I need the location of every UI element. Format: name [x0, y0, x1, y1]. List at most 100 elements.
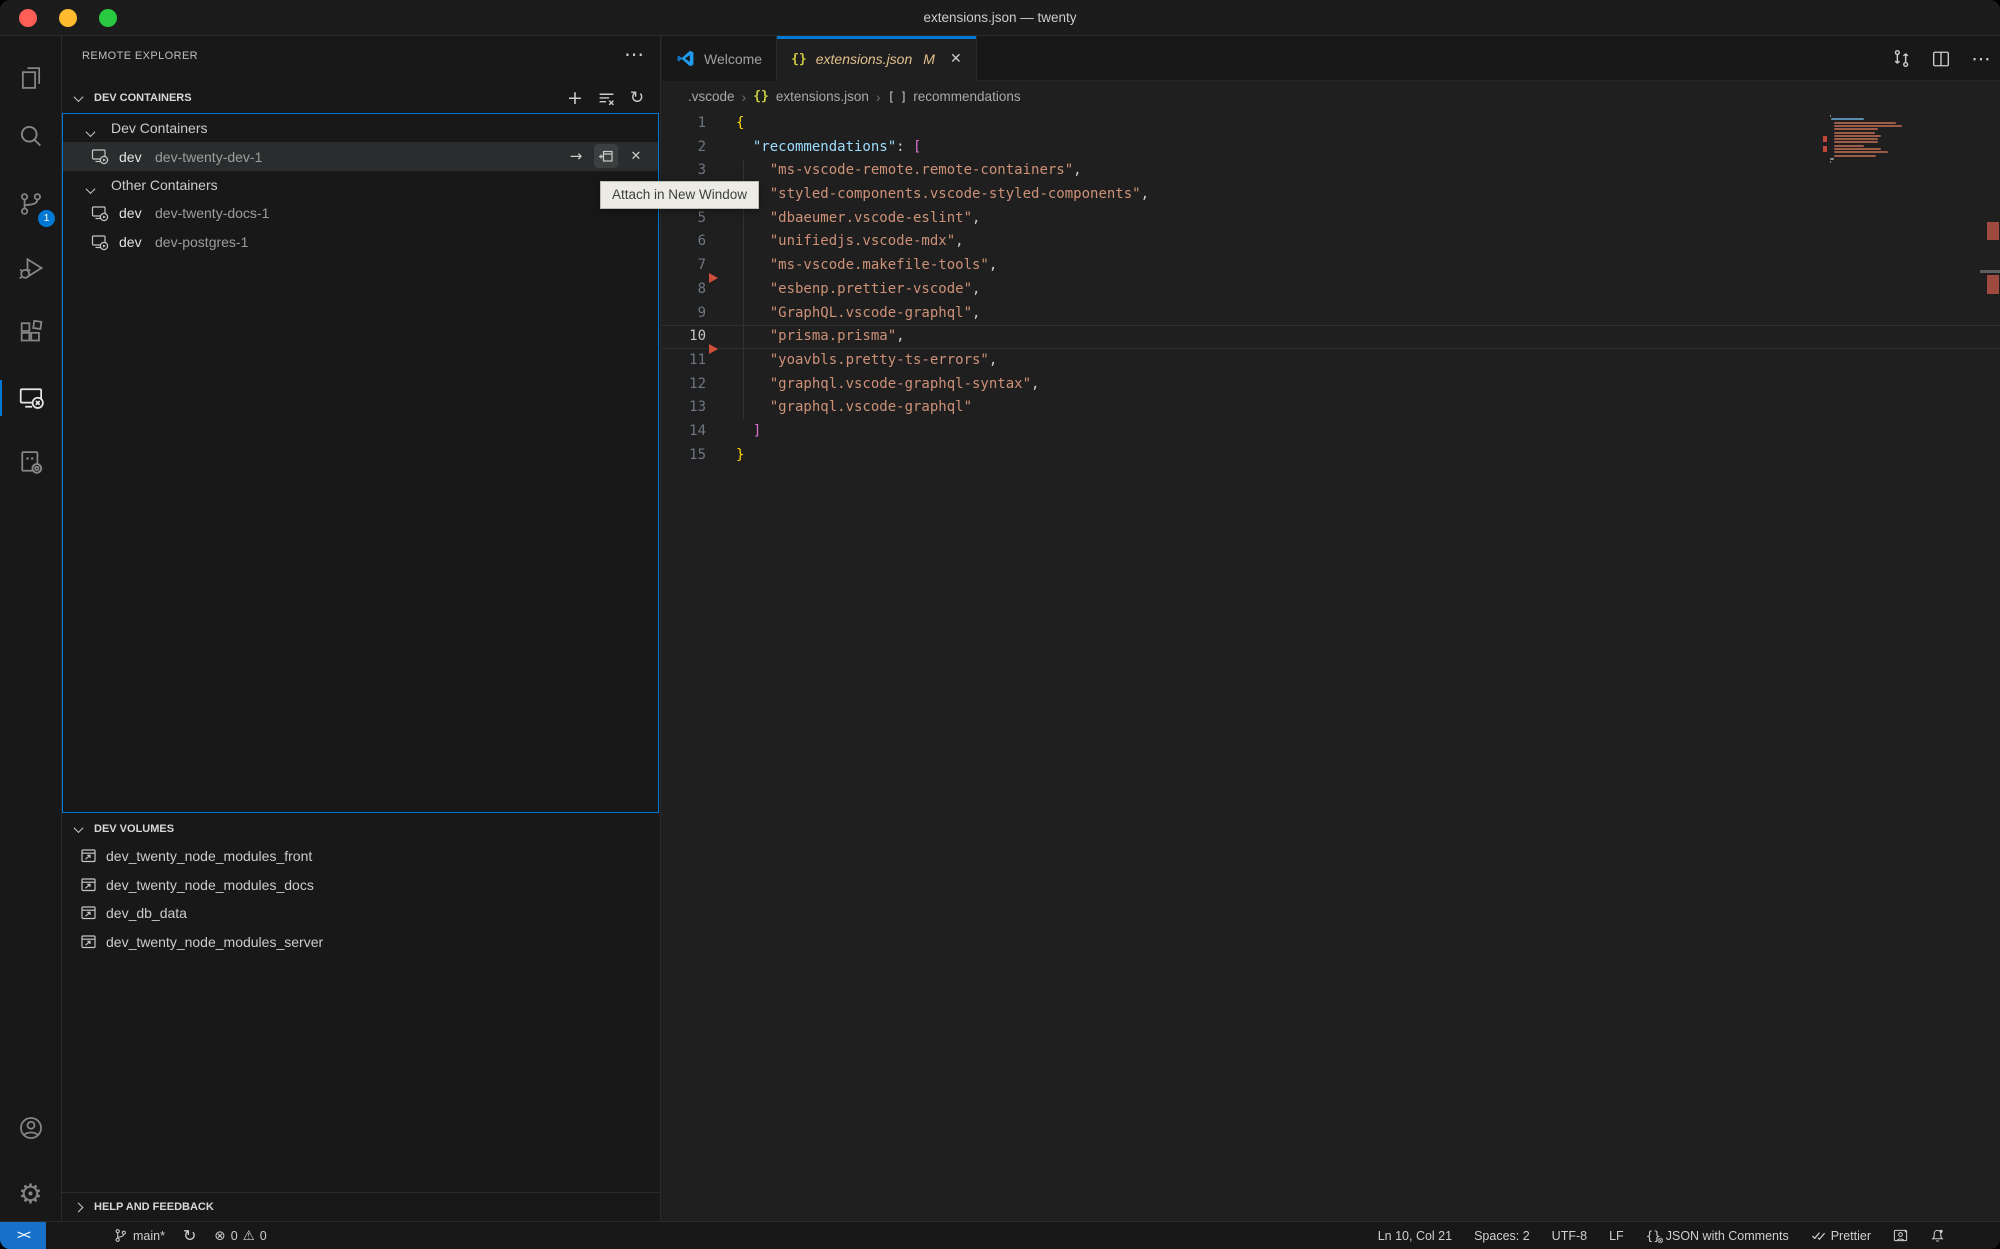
dev-containers-section-header[interactable]: DEV CONTAINERS + ↻ — [62, 84, 660, 112]
overview-ruler[interactable] — [1980, 81, 2000, 1221]
remove-container-icon[interactable]: ✕ — [624, 144, 648, 168]
code-text: "graphql.vscode-graphql" — [706, 396, 972, 420]
clear-list-icon[interactable] — [597, 89, 615, 107]
minimap-marker — [1823, 136, 1827, 142]
line-number: 13 — [662, 396, 706, 420]
code-text: "ms-vscode-remote.remote-containers", — [706, 159, 1082, 183]
code-line[interactable]: 9 "GraphQL.vscode-graphql", — [662, 302, 2000, 326]
container-description: dev-postgres-1 — [155, 234, 248, 250]
split-editor-icon[interactable] — [1930, 48, 1952, 70]
code-line[interactable]: 15} — [662, 444, 2000, 468]
dev-containers-icon[interactable] — [0, 434, 61, 490]
volume-label: dev_twenty_node_modules_front — [106, 848, 312, 864]
more-actions-icon[interactable]: ⋯ — [624, 42, 644, 67]
accounts-icon[interactable] — [0, 1100, 61, 1156]
container-row-dev-twenty-dev-1[interactable]: dev dev-twenty-dev-1 → ✕ — [63, 142, 658, 170]
code-line[interactable]: 7 "ms-vscode.makefile-tools", — [662, 254, 2000, 278]
code-text: "recommendations": [ — [706, 136, 921, 160]
code-line[interactable]: 12 "graphql.vscode-graphql-syntax", — [662, 373, 2000, 397]
refresh-icon[interactable]: ↻ — [628, 89, 646, 107]
code-line[interactable]: 11 "yoavbls.pretty-ts-errors", — [662, 349, 2000, 373]
minimap-line — [1834, 132, 1875, 134]
source-control-icon[interactable]: 1 — [0, 176, 61, 232]
overview-marker — [1987, 275, 1999, 294]
double-check-icon — [1811, 1228, 1826, 1243]
tree-group-dev-containers[interactable]: Dev Containers — [63, 114, 658, 142]
code-line[interactable]: 1{ — [662, 112, 2000, 136]
code-line[interactable]: 8 "esbenp.prettier-vscode", — [662, 278, 2000, 302]
code-line[interactable]: 10 "prisma.prisma", — [662, 325, 2000, 349]
volume-row[interactable]: dev_twenty_node_modules_docs — [62, 871, 660, 900]
gutter-marker-icon — [709, 344, 718, 354]
sidebar-title-row: REMOTE EXPLORER ⋯ — [62, 36, 660, 80]
git-branch-item[interactable]: main* — [106, 1228, 172, 1243]
volume-row[interactable]: dev_twenty_node_modules_front — [62, 842, 660, 871]
remote-indicator-button[interactable]: >< — [0, 1222, 46, 1249]
attach-in-new-window-icon[interactable] — [594, 144, 618, 168]
code-text: "graphql.vscode-graphql-syntax", — [706, 373, 1039, 397]
volume-icon — [80, 933, 98, 951]
minimap-line — [1834, 135, 1881, 137]
dev-volumes-section-header[interactable]: DEV VOLUMES — [62, 815, 660, 843]
breadcrumb-separator: › — [876, 89, 881, 105]
sync-changes-icon[interactable]: ↻ — [176, 1226, 203, 1245]
breadcrumb-symbol[interactable]: recommendations — [913, 89, 1020, 104]
scm-badge: 1 — [38, 210, 55, 227]
code-line[interactable]: 14 ] — [662, 420, 2000, 444]
code-line[interactable]: 6 "unifiedjs.vscode-mdx", — [662, 230, 2000, 254]
open-changes-icon[interactable] — [1890, 48, 1912, 70]
encoding-item[interactable]: UTF-8 — [1545, 1229, 1594, 1243]
minimap-line — [1834, 155, 1876, 157]
feedback-icon[interactable] — [1886, 1228, 1915, 1243]
tab-welcome[interactable]: Welcome — [662, 36, 777, 81]
code-line[interactable]: 3 "ms-vscode-remote.remote-containers", — [662, 159, 2000, 183]
remote-explorer-icon[interactable] — [0, 370, 61, 426]
add-container-icon[interactable]: + — [566, 89, 584, 107]
braces-icon: {} ⊗ — [1646, 1228, 1661, 1243]
volume-row[interactable]: dev_db_data — [62, 899, 660, 928]
notifications-bell-icon[interactable] — [1923, 1228, 1952, 1243]
minimap-line — [1834, 128, 1878, 130]
vscode-window: extensions.json — twenty 1 ⚙ — [0, 0, 2000, 1249]
container-name: dev — [119, 149, 142, 165]
code-line[interactable]: 5 "dbaeumer.vscode-eslint", — [662, 207, 2000, 231]
line-number: 9 — [662, 302, 706, 326]
editor-group: Welcome {} extensions.json M ✕ ⋯ .vscode… — [662, 36, 2000, 1221]
eol-item[interactable]: LF — [1602, 1229, 1631, 1243]
container-row-dev-twenty-docs-1[interactable]: dev dev-twenty-docs-1 — [63, 199, 658, 227]
dev-containers-tree: Dev Containers dev dev-twenty-dev-1 → ✕ — [62, 113, 659, 813]
code-area[interactable]: 1{2 "recommendations": [3 "ms-vscode-rem… — [662, 112, 2000, 1221]
cursor-position-item[interactable]: Ln 10, Col 21 — [1371, 1229, 1459, 1243]
code-line[interactable]: 2 "recommendations": [ — [662, 136, 2000, 160]
attach-container-icon[interactable]: → — [564, 144, 588, 168]
close-tab-icon[interactable]: ✕ — [950, 51, 962, 67]
breadcrumb-folder[interactable]: .vscode — [688, 89, 735, 104]
indentation-item[interactable]: Spaces: 2 — [1467, 1229, 1537, 1243]
settings-gear-icon[interactable]: ⚙ — [0, 1166, 61, 1222]
extensions-icon[interactable] — [0, 304, 61, 360]
error-count: 0 — [231, 1229, 238, 1243]
minimap[interactable] — [1828, 115, 1900, 235]
problems-item[interactable]: ⊗ 0 ⚠ 0 — [207, 1228, 273, 1244]
code-text: ] — [706, 420, 761, 444]
run-debug-icon[interactable] — [0, 240, 61, 296]
language-label: JSON with Comments — [1666, 1229, 1789, 1243]
tree-group-other-containers[interactable]: Other Containers — [63, 171, 658, 199]
volume-label: dev_twenty_node_modules_server — [106, 934, 323, 950]
more-actions-icon[interactable]: ⋯ — [1970, 48, 1992, 70]
code-line[interactable]: 4 "styled-components.vscode-styled-compo… — [662, 183, 2000, 207]
help-feedback-section-header[interactable]: HELP AND FEEDBACK — [62, 1192, 660, 1221]
minimap-line — [1830, 161, 1832, 163]
formatter-item[interactable]: Prettier — [1804, 1228, 1878, 1243]
line-number: 7 — [662, 254, 706, 278]
explorer-icon[interactable] — [0, 50, 61, 106]
container-row-dev-postgres-1[interactable]: dev dev-postgres-1 — [63, 228, 658, 256]
search-icon[interactable] — [0, 108, 61, 164]
tab-bar: Welcome {} extensions.json M ✕ ⋯ — [662, 36, 2000, 81]
volume-row[interactable]: dev_twenty_node_modules_server — [62, 928, 660, 957]
code-line[interactable]: 13 "graphql.vscode-graphql" — [662, 396, 2000, 420]
breadcrumb-file[interactable]: extensions.json — [776, 89, 869, 104]
tab-extensions-json[interactable]: {} extensions.json M ✕ — [777, 36, 977, 82]
group-label: Other Containers — [111, 177, 218, 193]
language-mode-item[interactable]: {} ⊗ JSON with Comments — [1639, 1228, 1796, 1243]
